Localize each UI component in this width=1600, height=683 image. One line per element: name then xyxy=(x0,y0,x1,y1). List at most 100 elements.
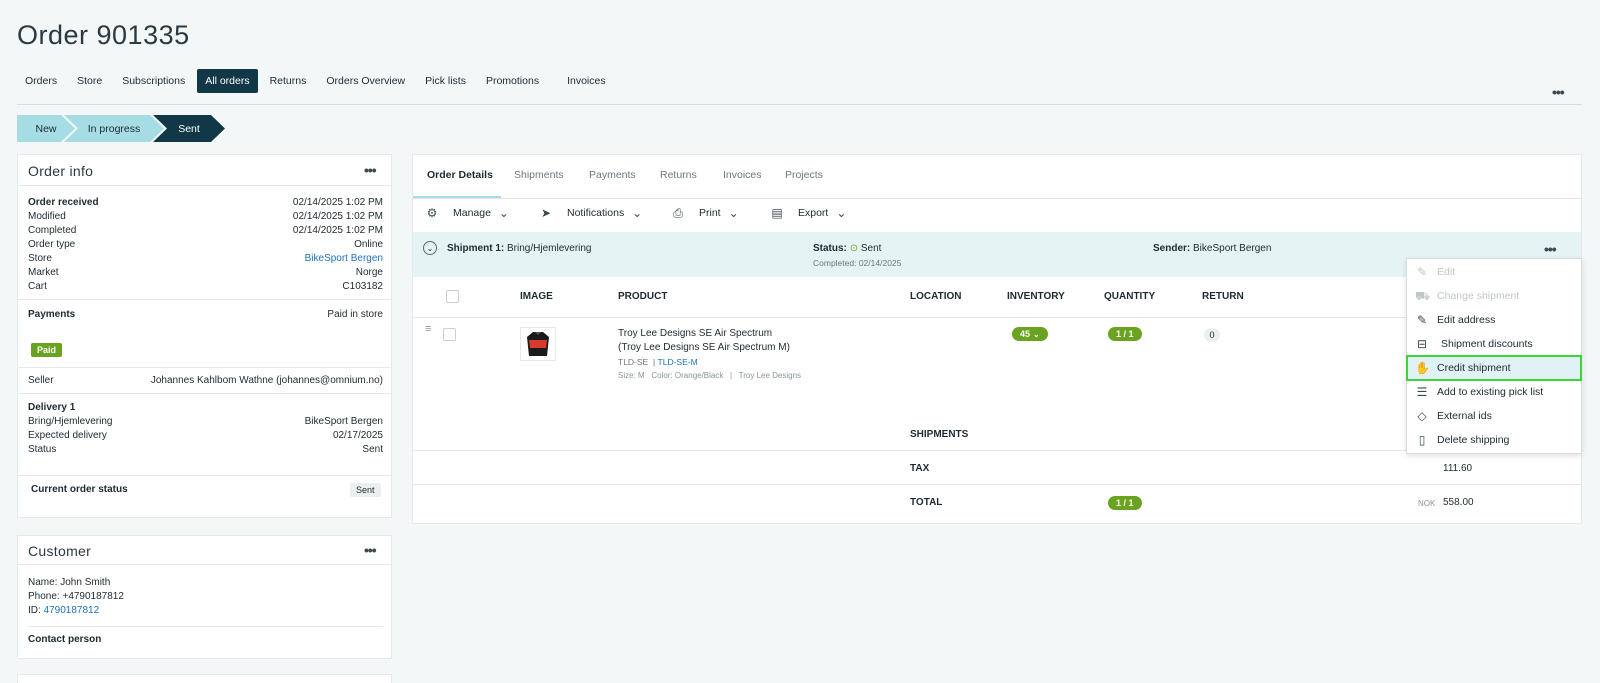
col-image: IMAGE xyxy=(520,291,553,302)
tab-store[interactable]: Store xyxy=(69,69,110,93)
completed-value: 02/14/2025 1:02 PM xyxy=(292,225,383,236)
print-button[interactable]: ⎙ Print ⌄ xyxy=(671,206,741,220)
step-new: New xyxy=(17,115,75,142)
tab-pick-lists[interactable]: Pick lists xyxy=(417,69,474,93)
tab-returns[interactable]: Returns xyxy=(262,69,315,93)
customer-card: Customer ••• Name: John Smith Phone: +47… xyxy=(17,535,392,659)
menu-item-shipment-discounts[interactable]: ⊟ Shipment discounts xyxy=(1407,332,1581,356)
menu-item-edit-address[interactable]: ✎ Edit address xyxy=(1407,308,1581,332)
expected-delivery-label: Expected delivery xyxy=(28,430,107,441)
customer-more-icon[interactable]: ••• xyxy=(364,542,377,558)
order-info-title: Order info xyxy=(28,163,94,179)
market-value: Norge xyxy=(355,267,383,278)
clipboard-icon: ▯ xyxy=(1418,433,1426,447)
order-info-rows: Order received 02/14/2025 1:02 PM Modifie… xyxy=(28,196,383,294)
more-options-icon[interactable]: ••• xyxy=(1552,84,1565,100)
manage-button[interactable]: ⚙ Manage ⌄ xyxy=(425,206,511,220)
return-count: 0 xyxy=(1204,328,1220,342)
export-icon: ▤ xyxy=(771,206,783,220)
truck-icon: ⛟ xyxy=(1415,289,1431,303)
shipment-status-label: Status: xyxy=(813,243,847,254)
current-order-status-badge: Sent xyxy=(350,483,381,497)
export-button[interactable]: ▤ Export ⌄ xyxy=(770,206,848,220)
product-image xyxy=(520,327,556,361)
next-card xyxy=(17,674,392,683)
menu-item-change-shipment[interactable]: ⛟ Change shipment xyxy=(1407,284,1581,308)
tab-all-orders[interactable]: All orders xyxy=(197,69,258,93)
product-name[interactable]: Troy Lee Designs SE Air Spectrum xyxy=(618,327,801,341)
seller-label: Seller xyxy=(28,375,54,386)
tab-shipments[interactable]: Shipments xyxy=(514,169,564,181)
chevron-down-icon: ⌄ xyxy=(728,206,739,220)
tab-returns-detail[interactable]: Returns xyxy=(660,169,697,181)
tab-subscriptions[interactable]: Subscriptions xyxy=(114,69,193,93)
drag-handle-icon[interactable]: ≡ xyxy=(425,323,431,335)
order-received-value: 02/14/2025 1:02 PM xyxy=(292,197,383,208)
menu-item-add-to-pick-list[interactable]: ☰ Add to existing pick list xyxy=(1407,380,1581,404)
order-type-label: Order type xyxy=(28,239,76,250)
store-label: Store xyxy=(28,253,52,264)
product-attributes: Size: M Color: Orange/Black | Troy Lee D… xyxy=(618,371,802,380)
pencil-icon: ✎ xyxy=(1416,313,1428,327)
tab-order-details[interactable]: Order Details xyxy=(427,169,493,181)
jersey-icon xyxy=(527,332,549,356)
paid-badge: Paid xyxy=(31,343,63,357)
tab-orders[interactable]: Orders xyxy=(17,69,65,93)
sender-value: BikeSport Bergen xyxy=(1193,243,1272,254)
send-icon: ➤ xyxy=(540,206,552,220)
menu-item-delete-shipping[interactable]: ▯ Delete shipping xyxy=(1407,428,1581,452)
product-sku-link[interactable]: TLD-SE-M xyxy=(658,357,698,367)
step-in-progress: In progress xyxy=(64,115,164,142)
tab-invoices[interactable]: Invoices xyxy=(559,69,614,93)
chevron-down-icon: ⌄ xyxy=(498,206,509,220)
market-label: Market xyxy=(28,267,59,278)
notifications-button[interactable]: ➤ Notifications ⌄ xyxy=(539,206,644,220)
tab-payments[interactable]: Payments xyxy=(589,169,636,181)
main-nav: Orders Store Subscriptions All orders Re… xyxy=(17,69,618,93)
menu-item-external-ids[interactable]: ◇ External ids xyxy=(1407,404,1581,428)
order-info-more-icon[interactable]: ••• xyxy=(364,162,377,178)
shipment-more-icon[interactable]: ••• xyxy=(1544,241,1557,257)
total-value: 558.00 xyxy=(1443,497,1474,508)
delivery-status-label: Status xyxy=(28,444,57,455)
customer-id-label: ID: xyxy=(28,605,41,616)
shipment-method: Bring/Hjemlevering xyxy=(507,243,592,254)
shipment-status-value: Sent xyxy=(860,243,882,254)
nav-divider xyxy=(17,104,1582,105)
current-order-status-label: Current order status xyxy=(31,484,128,495)
row-checkbox[interactable] xyxy=(443,328,456,341)
cart-label: Cart xyxy=(28,281,47,292)
store-link[interactable]: BikeSport Bergen xyxy=(305,252,383,266)
tab-promotions[interactable]: Promotions xyxy=(478,69,547,93)
order-received-label: Order received xyxy=(28,197,99,208)
menu-item-credit-shipment[interactable]: ✋ Credit shipment xyxy=(1406,355,1582,381)
contact-person-label: Contact person xyxy=(28,634,102,645)
quantity-pill: 1 / 1 xyxy=(1108,327,1142,341)
tab-projects[interactable]: Projects xyxy=(785,169,823,181)
customer-name: Name: John Smith xyxy=(28,577,111,588)
customer-id-link[interactable]: 4790187812 xyxy=(44,605,100,616)
list-icon: ☰ xyxy=(1416,385,1428,399)
order-info-card: Order info ••• Order received 02/14/2025 … xyxy=(17,154,392,518)
tag-icon: ◇ xyxy=(1417,409,1427,423)
tab-invoices-detail[interactable]: Invoices xyxy=(723,169,762,181)
inventory-pill[interactable]: 45 ⌄ xyxy=(1012,327,1048,341)
customer-title: Customer xyxy=(28,543,92,559)
discount-icon: ⊟ xyxy=(1416,337,1428,351)
shipment-context-menu: ✎ Edit ⛟ Change shipment ✎ Edit address ⊟ Sh… xyxy=(1406,258,1582,454)
col-return: RETURN xyxy=(1202,291,1244,302)
status-sent-icon: ⊙ xyxy=(849,243,859,254)
total-quantity-pill: 1 / 1 xyxy=(1108,496,1142,510)
shipments-label: SHIPMENTS xyxy=(910,429,969,440)
tab-orders-overview[interactable]: Orders Overview xyxy=(318,69,413,93)
col-quantity: QUANTITY xyxy=(1104,291,1156,302)
modified-value: 02/14/2025 1:02 PM xyxy=(292,211,383,222)
menu-item-edit[interactable]: ✎ Edit xyxy=(1407,260,1581,284)
printer-icon: ⎙ xyxy=(673,206,683,220)
payments-label: Payments xyxy=(28,309,76,320)
chevron-down-icon: ⌄ xyxy=(1033,329,1040,339)
gears-icon: ⚙ xyxy=(426,206,438,220)
chevron-down-icon: ⌄ xyxy=(632,206,643,220)
collapse-shipment-icon[interactable]: ⌄ xyxy=(423,241,437,255)
select-all-checkbox[interactable] xyxy=(446,290,459,303)
